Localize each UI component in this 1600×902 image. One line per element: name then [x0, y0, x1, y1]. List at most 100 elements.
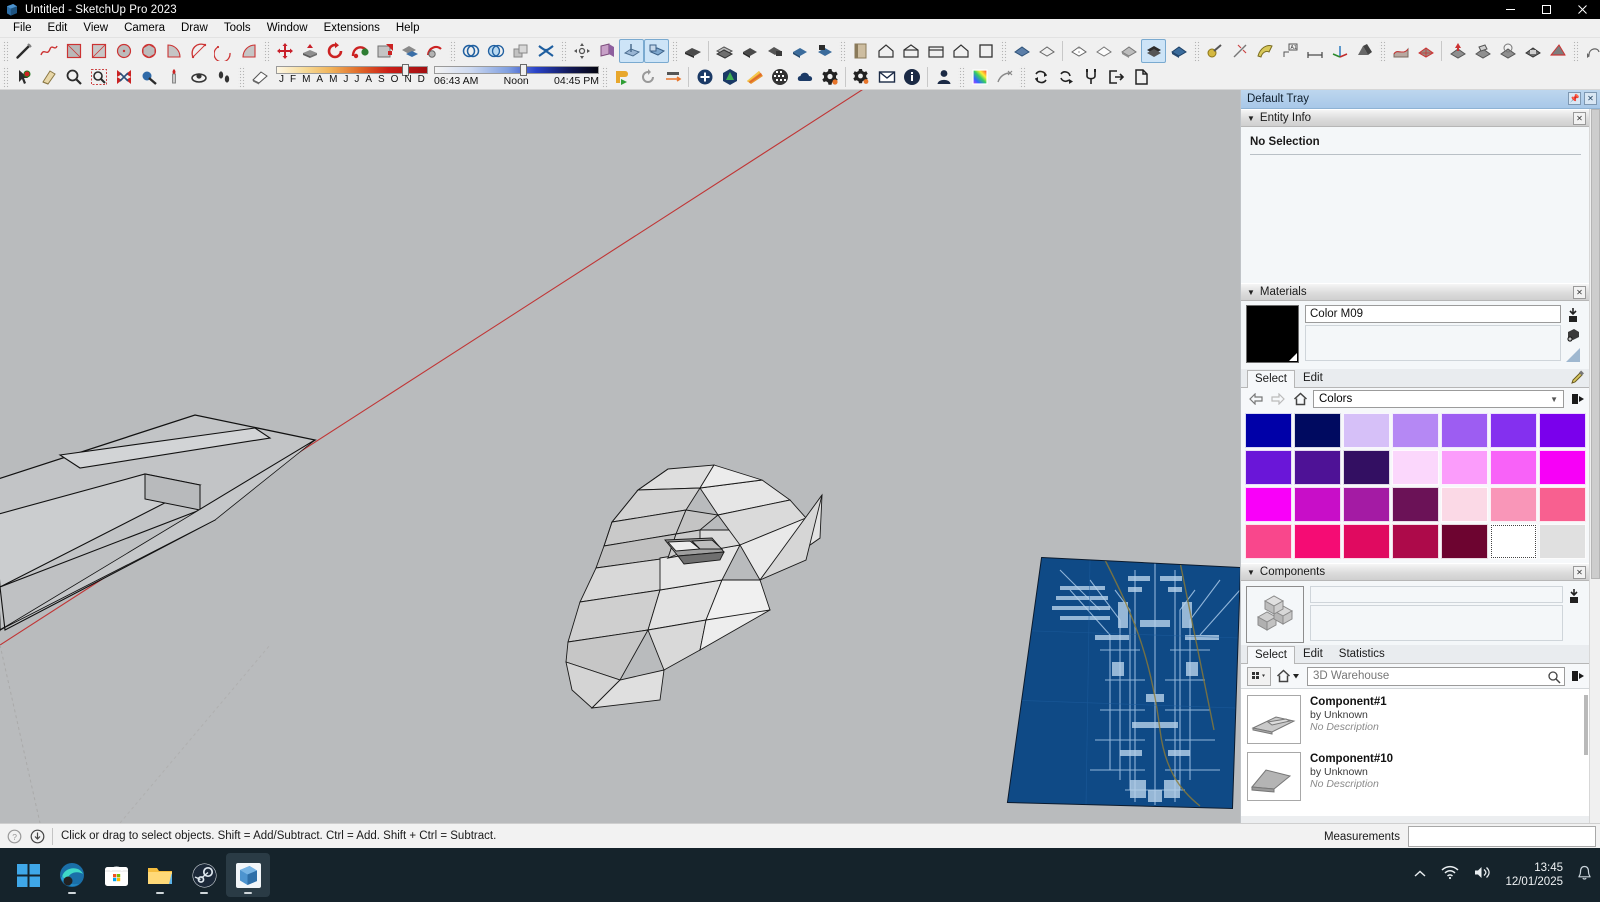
tool-rotated-rectangle[interactable]	[86, 39, 111, 63]
material-details-icon[interactable]	[1568, 390, 1586, 408]
default-material-icon[interactable]	[1564, 346, 1582, 364]
tool-polygon[interactable]	[136, 39, 161, 63]
tool-group-d[interactable]	[812, 39, 837, 63]
tool-sandbox-stamp[interactable]	[1470, 39, 1495, 63]
tool-pan[interactable]	[136, 65, 161, 89]
menu-window[interactable]: Window	[259, 20, 316, 37]
minimize-button[interactable]	[1492, 0, 1528, 19]
measurements-input[interactable]	[1408, 826, 1596, 847]
menu-extensions[interactable]: Extensions	[316, 20, 388, 37]
paint-bucket-icon[interactable]	[1564, 326, 1582, 344]
components-list-scroll-thumb[interactable]	[1584, 695, 1588, 755]
tool-new-model[interactable]	[873, 39, 898, 63]
eyedropper-icon[interactable]	[1568, 368, 1586, 386]
tool-sync[interactable]	[635, 65, 660, 89]
swatch-19[interactable]	[1490, 487, 1537, 522]
tool-refresh-play[interactable]	[1053, 65, 1078, 89]
toolbar-grip[interactable]	[1193, 40, 1200, 62]
toolbar-grip[interactable]	[1379, 40, 1386, 62]
tool-group-b[interactable]	[762, 39, 787, 63]
tool-zoom-extents[interactable]	[111, 65, 136, 89]
tool-front-view[interactable]	[948, 39, 973, 63]
material-name-input[interactable]: Color M09	[1305, 305, 1561, 323]
tool-2-point-arc[interactable]	[186, 39, 211, 63]
tool-union[interactable]	[508, 39, 533, 63]
components-search-input[interactable]: 3D Warehouse	[1307, 667, 1565, 686]
tool-axes[interactable]	[1327, 39, 1352, 63]
tool-look-around[interactable]	[594, 39, 619, 63]
swatch-25[interactable]	[1441, 524, 1488, 559]
tool-group-c[interactable]	[787, 39, 812, 63]
tool-sandbox-from-contours[interactable]	[1388, 39, 1413, 63]
toolbar-grip[interactable]	[1019, 66, 1026, 88]
component-name-field[interactable]	[1310, 586, 1563, 603]
toolbar-grip[interactable]	[958, 66, 965, 88]
tool-right-view[interactable]	[973, 39, 998, 63]
menu-help[interactable]: Help	[388, 20, 428, 37]
tool-select[interactable]	[11, 65, 36, 89]
forward-arrow-icon[interactable]	[1269, 390, 1287, 408]
menu-file[interactable]: File	[5, 20, 40, 37]
component-description-field[interactable]	[1310, 605, 1563, 641]
swatch-13[interactable]	[1539, 450, 1586, 485]
tool-open-model[interactable]	[848, 39, 873, 63]
taskbar-sketchup[interactable]	[226, 853, 270, 897]
swatch-5[interactable]	[1490, 413, 1537, 448]
tool-settings-2[interactable]	[849, 65, 874, 89]
tool-sandbox-from-scratch[interactable]	[1413, 39, 1438, 63]
swatch-15[interactable]	[1294, 487, 1341, 522]
tool-layers[interactable]	[712, 39, 737, 63]
tool-orbit[interactable]	[186, 65, 211, 89]
toolbar-grip[interactable]	[2, 40, 9, 62]
panel-entity-info-close[interactable]: ✕	[1573, 112, 1586, 125]
list-item[interactable]: Component#1 by Unknown No Description	[1241, 689, 1590, 746]
tool-add-tree[interactable]	[717, 65, 742, 89]
tool-new-doc[interactable]	[1128, 65, 1153, 89]
swatch-11[interactable]	[1441, 450, 1488, 485]
taskbar-steam[interactable]	[182, 853, 226, 897]
toolbar-grip[interactable]	[238, 66, 245, 88]
tool-plugin[interactable]	[1078, 65, 1103, 89]
toolbar-grip[interactable]	[1572, 40, 1579, 62]
tool-style-wireframe[interactable]	[1034, 39, 1059, 63]
components-home-button[interactable]	[1274, 667, 1304, 686]
components-tab-edit[interactable]: Edit	[1295, 645, 1331, 663]
chevron-down-icon[interactable]: ▼	[1550, 395, 1558, 404]
panel-components-close[interactable]: ✕	[1573, 566, 1586, 579]
panel-materials-header[interactable]: ▼ Materials ✕	[1241, 283, 1590, 301]
wifi-icon[interactable]	[1441, 865, 1459, 885]
tool-iso-view[interactable]	[898, 39, 923, 63]
tool-style-texture[interactable]	[1116, 39, 1141, 63]
material-library-select[interactable]: Colors ▼	[1313, 390, 1564, 408]
collapse-triangle-icon[interactable]: ▼	[1247, 288, 1255, 297]
tool-style-shaded[interactable]	[1091, 39, 1116, 63]
tool-outer-shell[interactable]	[422, 39, 447, 63]
volume-icon[interactable]	[1473, 865, 1491, 885]
tool-sandbox-add-detail[interactable]	[1520, 39, 1545, 63]
tool-add-location[interactable]	[692, 65, 717, 89]
tool-pie[interactable]	[236, 39, 261, 63]
search-icon[interactable]	[1547, 670, 1561, 687]
tool-circle[interactable]	[111, 39, 136, 63]
swatch-0[interactable]	[1245, 413, 1292, 448]
tool-display-section-cuts[interactable]	[644, 39, 669, 63]
tool-style-xray[interactable]	[1009, 39, 1034, 63]
toolbar-grip[interactable]	[671, 40, 678, 62]
menu-view[interactable]: View	[75, 20, 116, 37]
tool-gradient-material[interactable]	[967, 65, 992, 89]
back-arrow-icon[interactable]	[1247, 390, 1265, 408]
tool-line[interactable]	[11, 39, 36, 63]
swatch-10[interactable]	[1392, 450, 1439, 485]
taskbar-clock[interactable]: 13:45 12/01/2025	[1505, 861, 1563, 889]
tool-zoom-window[interactable]	[86, 65, 111, 89]
help-icon[interactable]: ?	[5, 827, 23, 845]
tool-trimble-connect[interactable]	[610, 65, 635, 89]
components-list[interactable]: Component#1 by Unknown No Description	[1241, 688, 1590, 816]
tool-preferences[interactable]	[817, 65, 842, 89]
tool-rotate[interactable]	[322, 39, 347, 63]
tool-paint-bucket[interactable]	[1202, 39, 1227, 63]
tool-color-fan[interactable]	[742, 65, 767, 89]
toolbar-grip[interactable]	[601, 66, 608, 88]
tool-solid-tools[interactable]	[458, 39, 483, 63]
tray-close-button[interactable]: ✕	[1584, 92, 1597, 105]
